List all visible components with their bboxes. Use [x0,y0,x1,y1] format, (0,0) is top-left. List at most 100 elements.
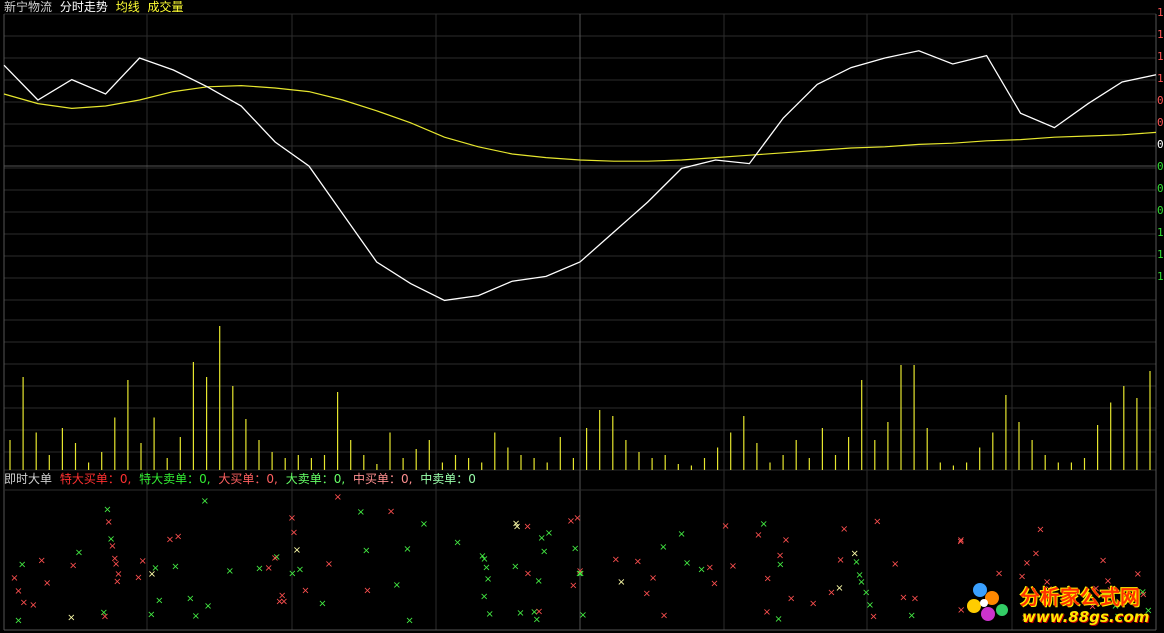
big-order-marker: × [171,562,179,573]
big-order-marker: × [192,611,200,622]
big-order-marker: × [420,519,428,530]
big-order-marker: × [151,563,159,574]
axis-label: 1 [1157,6,1164,19]
big-order-marker: × [1099,556,1107,567]
big-order-marker: × [387,507,395,518]
big-order-marker: × [29,600,37,611]
big-order-marker: × [577,569,585,580]
big-order-marker: × [174,532,182,543]
big-order-marker: × [271,553,279,564]
big-order-marker: × [20,598,28,609]
big-order-marker: × [480,591,488,602]
stock-name: 新宁物流 [4,0,53,14]
big-order-marker: × [186,594,194,605]
big-order-marker: × [524,568,532,579]
big-sell-count: 大卖单：0, [285,472,346,486]
axis-label: 0 [1157,138,1164,151]
big-order-marker: × [763,607,771,618]
big-order-marker: × [166,534,174,545]
big-order-marker: × [105,517,113,528]
big-order-marker: × [836,555,844,566]
intraday-chart[interactable]: 1 1 1 1 0 0 0 0 0 0 1 1 1 × × × × × × × × × × × × × × × × × × × × × × × × × × ×… [0,0,1164,633]
axis-label: 1 [1157,50,1164,63]
big-order-marker: × [453,537,461,548]
big-order-marker: × [660,610,668,621]
big-order-marker: × [103,504,111,515]
big-order-marker: × [649,573,657,584]
big-order-marker: × [288,513,296,524]
flower-logo-icon [967,583,1008,621]
big-order-marker: × [1023,558,1031,569]
big-order-marker: × [511,562,519,573]
big-order-marker: × [363,585,371,596]
big-order-marker: × [617,577,625,588]
axis-label: 1 [1157,226,1164,239]
logo-text: 分析家公式网 [1020,585,1140,609]
big-order-marker: × [710,578,718,589]
big-order-marker: × [69,561,77,572]
big-order-marker: × [857,577,865,588]
big-order-marker: × [486,609,494,620]
big-order-marker: × [754,530,762,541]
big-order-marker: × [255,563,263,574]
big-order-marker: × [567,516,575,527]
big-order-marker: × [14,615,22,626]
mid-buy-count: 中买单：0, [352,472,413,486]
big-order-marker: × [318,599,326,610]
big-order-marker: × [293,545,301,556]
big-order-marker: × [545,528,553,539]
big-order-marker: × [957,536,965,547]
big-order-marker: × [516,608,524,619]
mid-sell-count: 中卖单：0 [420,472,476,486]
big-order-marker: × [134,572,142,583]
big-order-marker: × [362,545,370,556]
big-order-marker: × [201,496,209,507]
axis-label: 1 [1157,270,1164,283]
big-order-marker: × [729,561,737,572]
big-order-marker: × [899,592,907,603]
big-order-marker: × [835,583,843,594]
axis-label: 0 [1157,204,1164,217]
super-sell-count: 特大卖单：0, [139,472,211,486]
legend-volume: 成交量 [147,0,184,14]
big-order-marker: × [139,556,147,567]
chart-canvas[interactable]: 1111000000111××××××××× ×××× ××××××××××× ×××… [0,0,1164,633]
big-order-marker: × [840,524,848,535]
super-buy-count: 特大买单：0, [59,472,132,486]
big-order-marker: × [677,529,685,540]
big-order-marker: × [776,559,784,570]
big-order-marker: × [869,611,877,622]
big-order-marker: × [891,559,899,570]
big-order-marker: × [760,519,768,530]
big-order-marker: × [482,562,490,573]
big-order-marker: × [634,556,642,567]
big-order-marker: × [147,609,155,620]
big-order-marker: × [787,594,795,605]
axis-label: 1 [1157,28,1164,41]
big-order-marker: × [512,519,520,530]
big-order-marker: × [357,507,365,518]
big-order-marker: × [774,614,782,625]
big-order-marker: × [764,574,772,585]
big-order-marker: × [862,588,870,599]
axis-label: 1 [1157,72,1164,85]
axis-label: 0 [1157,160,1164,173]
big-order-marker: × [290,527,298,538]
big-order-marker: × [108,541,116,552]
legend-avg-line: 均线 [115,0,140,14]
big-order-marker: × [852,557,860,568]
big-order-marker: × [101,611,109,622]
big-order-marker: × [301,585,309,596]
big-order-marker: × [535,576,543,587]
big-order-marker: × [265,563,273,574]
logo-url: www.88gs.com [1022,608,1150,626]
big-order-marker: × [296,564,304,575]
big-order-marker: × [18,560,26,571]
big-order-marker: × [38,556,46,567]
big-order-marker: × [809,599,817,610]
big-order-marker: × [706,562,714,573]
big-order-marker: × [721,521,729,532]
axis-label: 0 [1157,94,1164,107]
big-order-marker: × [523,522,531,533]
big-order-marker: × [612,555,620,566]
